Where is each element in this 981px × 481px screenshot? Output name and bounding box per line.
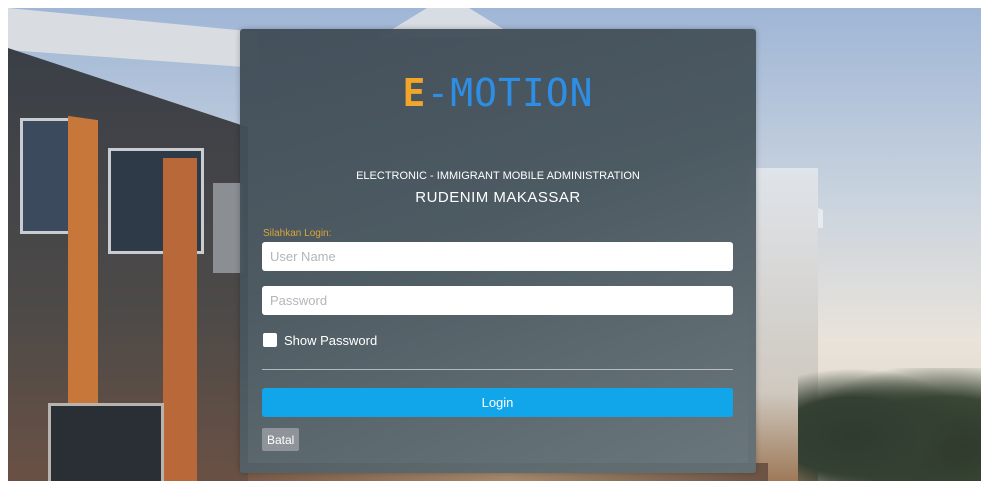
show-password-checkbox[interactable] [263, 333, 277, 347]
building-window [48, 403, 164, 481]
show-password-label: Show Password [284, 332, 378, 348]
site-name: RUDENIM MAKASSAR [415, 189, 581, 206]
building-column [68, 115, 98, 421]
username-input[interactable] [262, 242, 733, 271]
password-input[interactable] [262, 286, 733, 315]
login-panel: E-MOTION ELECTRONIC - IMMIGRANT MOBILE A… [240, 29, 756, 473]
logo-text: -MOTION [426, 71, 594, 115]
login-button[interactable]: Login [262, 388, 733, 417]
divider [262, 369, 733, 370]
app-logo: E-MOTION [240, 71, 756, 115]
login-prompt: Silahkan Login: [263, 228, 332, 239]
air-conditioner-units [213, 183, 243, 273]
cancel-button[interactable]: Batal [262, 428, 300, 451]
building-column [163, 158, 197, 481]
show-password-toggle[interactable]: Show Password [263, 331, 377, 349]
app-subtitle: ELECTRONIC - IMMIGRANT MOBILE ADMINISTRA… [356, 170, 640, 182]
logo-prefix: E [402, 71, 427, 115]
trees [798, 368, 981, 481]
building-roof [8, 8, 258, 68]
